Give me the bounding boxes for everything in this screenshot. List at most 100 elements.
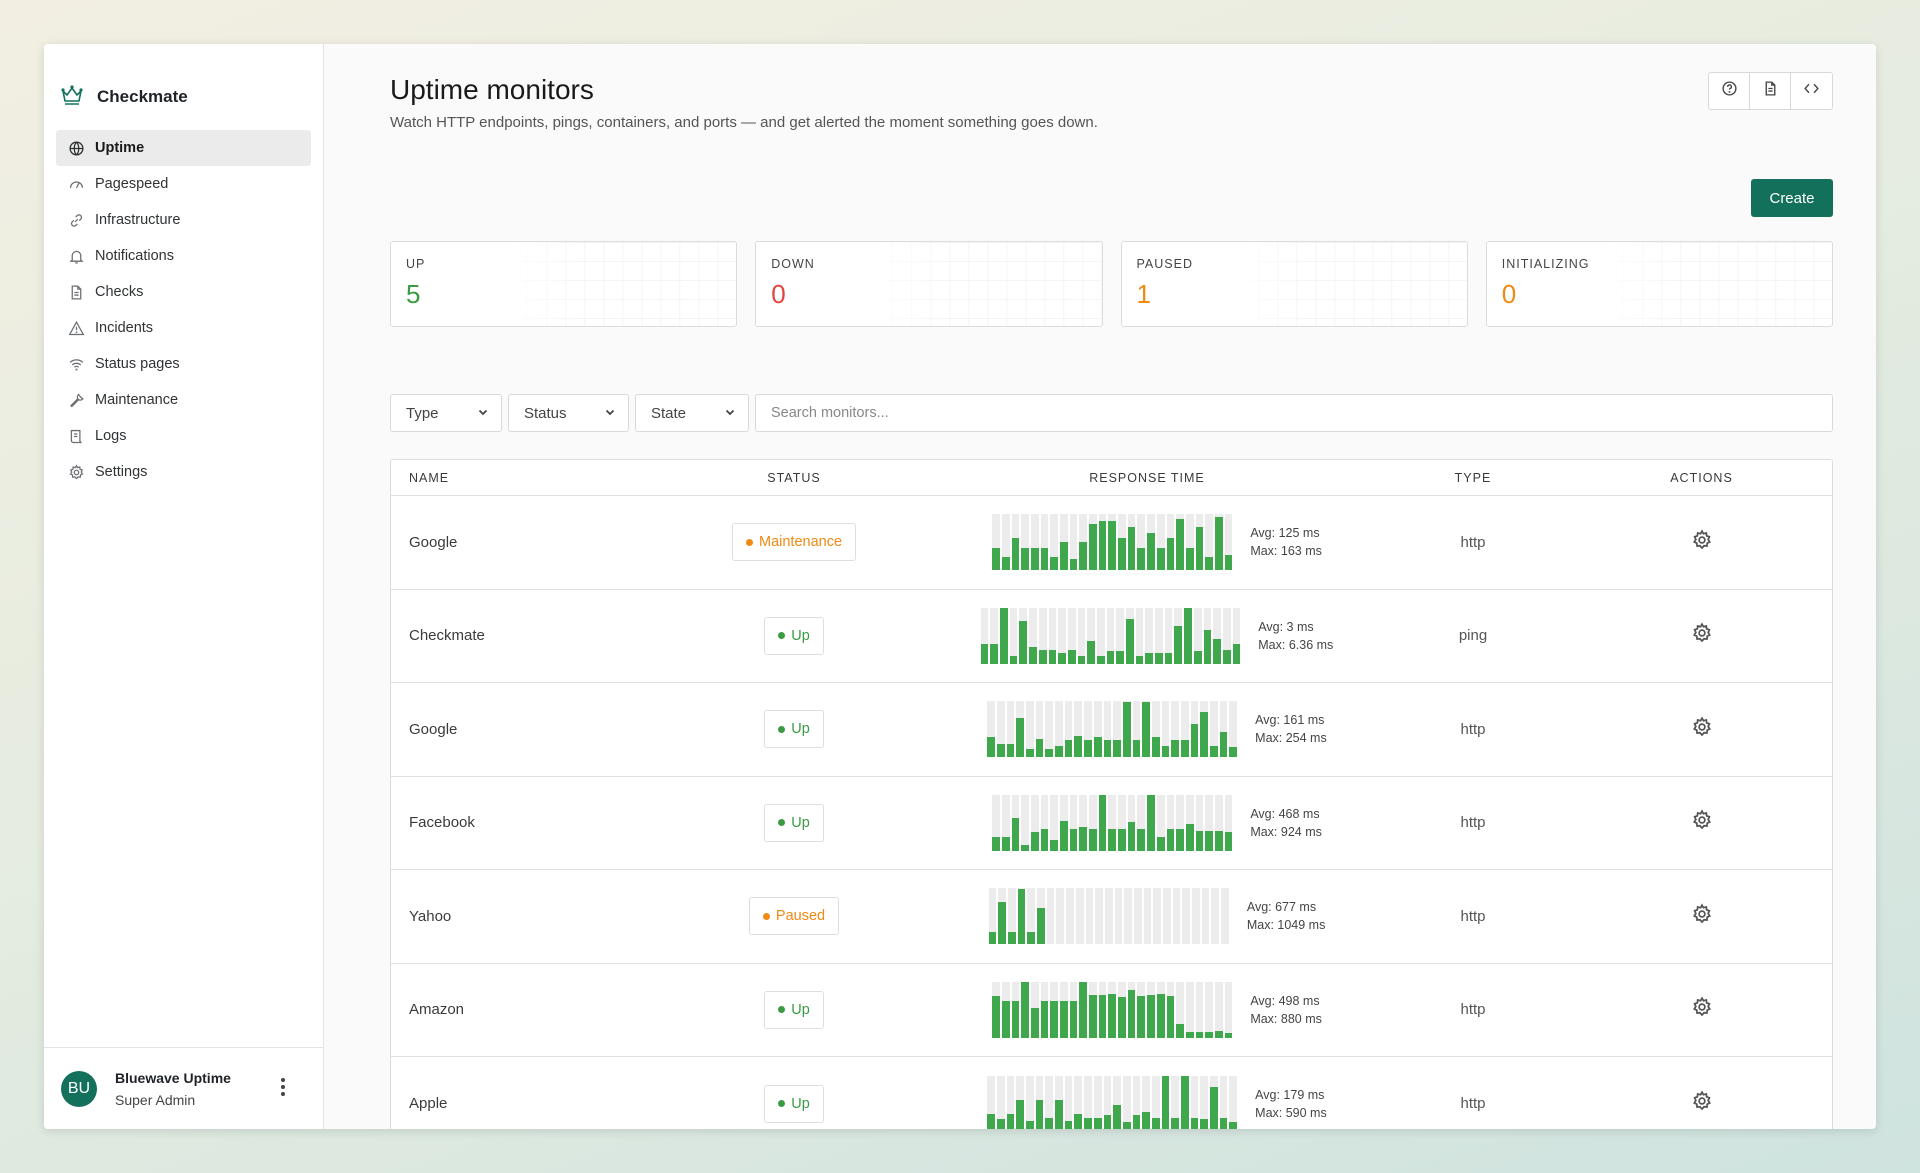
response-bar[interactable] [1224, 794, 1233, 851]
response-bar[interactable] [1103, 1075, 1112, 1129]
table-row[interactable]: Google Maintenance Avg: 125 ms Max: 163 ms h… [391, 496, 1832, 590]
response-bar[interactable] [1089, 794, 1097, 851]
response-bar[interactable] [1059, 794, 1068, 851]
response-bar[interactable] [1118, 981, 1126, 1038]
sidebar-item-incidents[interactable]: Incidents [56, 310, 311, 346]
response-bar[interactable] [1074, 1075, 1083, 1129]
response-bar[interactable] [1166, 981, 1175, 1038]
response-bar[interactable] [1222, 607, 1231, 664]
status-badge[interactable]: Up [764, 1084, 824, 1123]
sidebar-item-status-pages[interactable]: Status pages [56, 346, 311, 382]
response-bar[interactable] [1048, 607, 1057, 664]
gear-icon[interactable] [1691, 903, 1713, 930]
response-bar[interactable] [1096, 607, 1105, 664]
status-badge[interactable]: Up [764, 710, 824, 749]
response-bar[interactable] [1190, 701, 1199, 758]
response-bar[interactable] [1155, 607, 1163, 664]
response-bar[interactable] [1089, 514, 1097, 571]
status-badge[interactable]: Maintenance [731, 523, 857, 562]
response-bar[interactable] [1137, 514, 1146, 571]
response-bar[interactable] [1021, 794, 1029, 851]
response-bar[interactable] [1059, 514, 1068, 571]
response-bar[interactable] [996, 701, 1005, 758]
column-status[interactable]: STATUS [669, 471, 919, 485]
sidebar-item-maintenance[interactable]: Maintenance [56, 382, 311, 418]
response-bar[interactable] [1210, 1075, 1218, 1129]
response-bar[interactable] [1064, 1075, 1073, 1129]
response-bar[interactable] [1172, 888, 1181, 945]
response-bar[interactable] [1203, 607, 1212, 664]
code-button[interactable] [1791, 73, 1832, 109]
response-bar[interactable] [1211, 888, 1220, 945]
response-bar[interactable] [1156, 514, 1165, 571]
response-bar[interactable] [1132, 701, 1141, 758]
response-bar[interactable] [992, 981, 1000, 1038]
response-bar[interactable] [1214, 794, 1223, 851]
response-bar[interactable] [992, 514, 1000, 571]
response-bar[interactable] [1176, 981, 1184, 1038]
response-bar[interactable] [1219, 701, 1228, 758]
response-bar[interactable] [1151, 1075, 1160, 1129]
help-button[interactable] [1709, 73, 1750, 109]
sidebar-item-checks[interactable]: Checks [56, 274, 311, 310]
response-bar[interactable] [1127, 981, 1136, 1038]
response-bar[interactable] [1093, 1075, 1102, 1129]
sidebar-item-infrastructure[interactable]: Infrastructure [56, 202, 311, 238]
response-bar[interactable] [1079, 981, 1087, 1038]
table-row[interactable]: Checkmate Up Avg: 3 ms Max: 6.36 ms ping [391, 590, 1832, 683]
response-bar[interactable] [1171, 1075, 1180, 1129]
avatar[interactable]: BU [61, 1070, 97, 1107]
response-bar[interactable] [1103, 701, 1112, 758]
response-bar[interactable] [1185, 794, 1194, 851]
response-bar[interactable] [1079, 514, 1087, 571]
response-bar[interactable] [1035, 701, 1044, 758]
monitor-name[interactable]: Checkmate [391, 627, 669, 644]
response-bar[interactable] [1151, 701, 1160, 758]
response-bar[interactable] [1098, 514, 1107, 571]
response-bar[interactable] [1006, 1075, 1015, 1129]
response-bar[interactable] [1045, 701, 1054, 758]
response-bar[interactable] [1185, 514, 1194, 571]
table-row[interactable]: Yahoo Paused Avg: 677 ms Max: 1049 ms http [391, 870, 1832, 964]
response-bar[interactable] [1040, 981, 1049, 1038]
response-bar[interactable] [1166, 794, 1175, 851]
response-bar[interactable] [1176, 514, 1184, 571]
response-bar[interactable] [1113, 1075, 1121, 1129]
response-bar[interactable] [1067, 607, 1076, 664]
response-bar[interactable] [1098, 981, 1107, 1038]
response-bar[interactable] [1011, 794, 1020, 851]
response-bar[interactable] [988, 888, 997, 945]
response-bar[interactable] [1108, 514, 1117, 571]
response-bar[interactable] [1029, 607, 1037, 664]
response-bar[interactable] [1200, 1075, 1209, 1129]
response-bar[interactable] [990, 607, 999, 664]
monitor-name[interactable]: Yahoo [391, 908, 669, 925]
response-bar[interactable] [1001, 514, 1010, 571]
response-bar[interactable] [1000, 607, 1008, 664]
more-vertical-icon[interactable] [281, 1078, 287, 1096]
response-bar[interactable] [1142, 1075, 1150, 1129]
response-bar[interactable] [1016, 1075, 1025, 1129]
response-bar[interactable] [1171, 701, 1180, 758]
create-button[interactable]: Create [1751, 179, 1833, 217]
response-bar[interactable] [1069, 981, 1078, 1038]
response-bar[interactable] [1232, 607, 1241, 664]
response-bar[interactable] [1201, 888, 1210, 945]
response-bar[interactable] [1009, 607, 1018, 664]
response-bar[interactable] [1085, 888, 1094, 945]
sidebar-item-pagespeed[interactable]: Pagespeed [56, 166, 311, 202]
gear-icon[interactable] [1691, 996, 1713, 1023]
response-bar[interactable] [996, 1075, 1005, 1129]
table-row[interactable]: Facebook Up Avg: 468 ms Max: 924 ms http [391, 777, 1832, 870]
response-bar[interactable] [1147, 981, 1155, 1038]
response-bar[interactable] [1087, 607, 1095, 664]
response-bar[interactable] [1193, 607, 1202, 664]
response-bar[interactable] [1118, 794, 1126, 851]
response-bar[interactable] [1221, 888, 1229, 945]
response-bar[interactable] [1210, 701, 1218, 758]
monitor-name[interactable]: Google [391, 721, 669, 738]
state-filter[interactable]: State [635, 394, 749, 432]
response-bar[interactable] [1135, 607, 1144, 664]
response-bar[interactable] [1133, 888, 1142, 945]
response-bar[interactable] [1118, 514, 1126, 571]
